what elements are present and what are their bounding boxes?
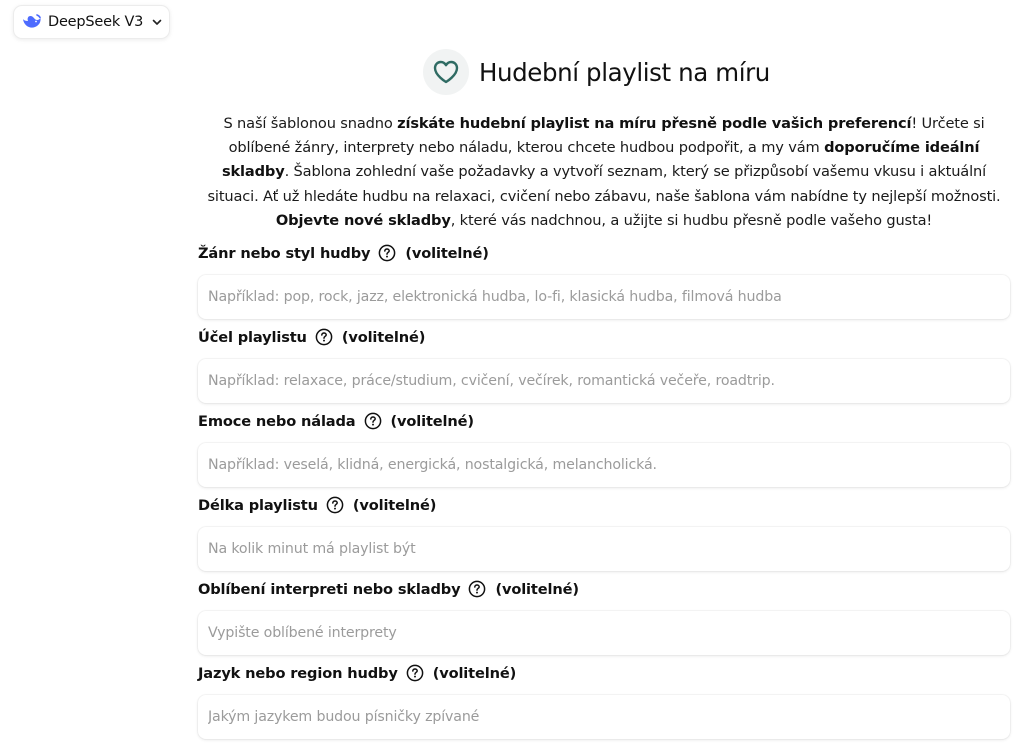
help-icon[interactable] [378,244,396,262]
purpose-input[interactable] [198,359,1010,403]
help-icon[interactable] [364,412,382,430]
optional-tag: (volitelné) [352,496,437,514]
language-input[interactable] [198,695,1010,739]
field-label: Jazyk nebo region hudby [198,664,398,682]
field-genre: Žánr nebo styl hudby (volitelné) [198,242,1010,319]
field-label: Účel playlistu [198,328,307,346]
optional-tag: (volitelné) [390,412,475,430]
help-icon[interactable] [315,328,333,346]
page-header: Hudební playlist na míru [423,49,770,95]
field-label: Emoce nebo nálada [198,412,356,430]
chevron-down-icon [151,16,163,28]
length-input[interactable] [198,527,1010,571]
help-icon[interactable] [406,664,424,682]
field-mood: Emoce nebo nálada (volitelné) [198,410,1010,487]
field-length: Délka playlistu (volitelné) [198,494,1010,571]
field-language: Jazyk nebo region hudby (volitelné) [198,662,1010,739]
intro-text: S naší šablonou snadno získáte hudební p… [207,115,1001,229]
help-icon[interactable] [468,580,486,598]
artists-input[interactable] [198,611,1010,655]
optional-tag: (volitelné) [432,664,517,682]
optional-tag: (volitelné) [495,580,579,598]
mood-input[interactable] [198,443,1010,487]
field-label: Délka playlistu [198,496,318,514]
page-title: Hudební playlist na míru [479,57,770,87]
model-selector[interactable]: DeepSeek V3 [13,5,170,39]
field-purpose: Účel playlistu (volitelné) [198,326,1010,403]
help-icon[interactable] [326,496,344,514]
field-artists: Oblíbení interpreti nebo skladby (volite… [198,578,1010,655]
heart-icon [423,49,469,95]
field-label: Žánr nebo styl hudby [198,244,371,262]
optional-tag: (volitelné) [341,328,426,346]
whale-logo-icon [22,12,42,32]
genre-input[interactable] [198,275,1010,319]
field-label: Oblíbení interpreti nebo skladby [198,580,461,598]
optional-tag: (volitelné) [405,244,489,262]
model-selector-label: DeepSeek V3 [48,14,144,30]
